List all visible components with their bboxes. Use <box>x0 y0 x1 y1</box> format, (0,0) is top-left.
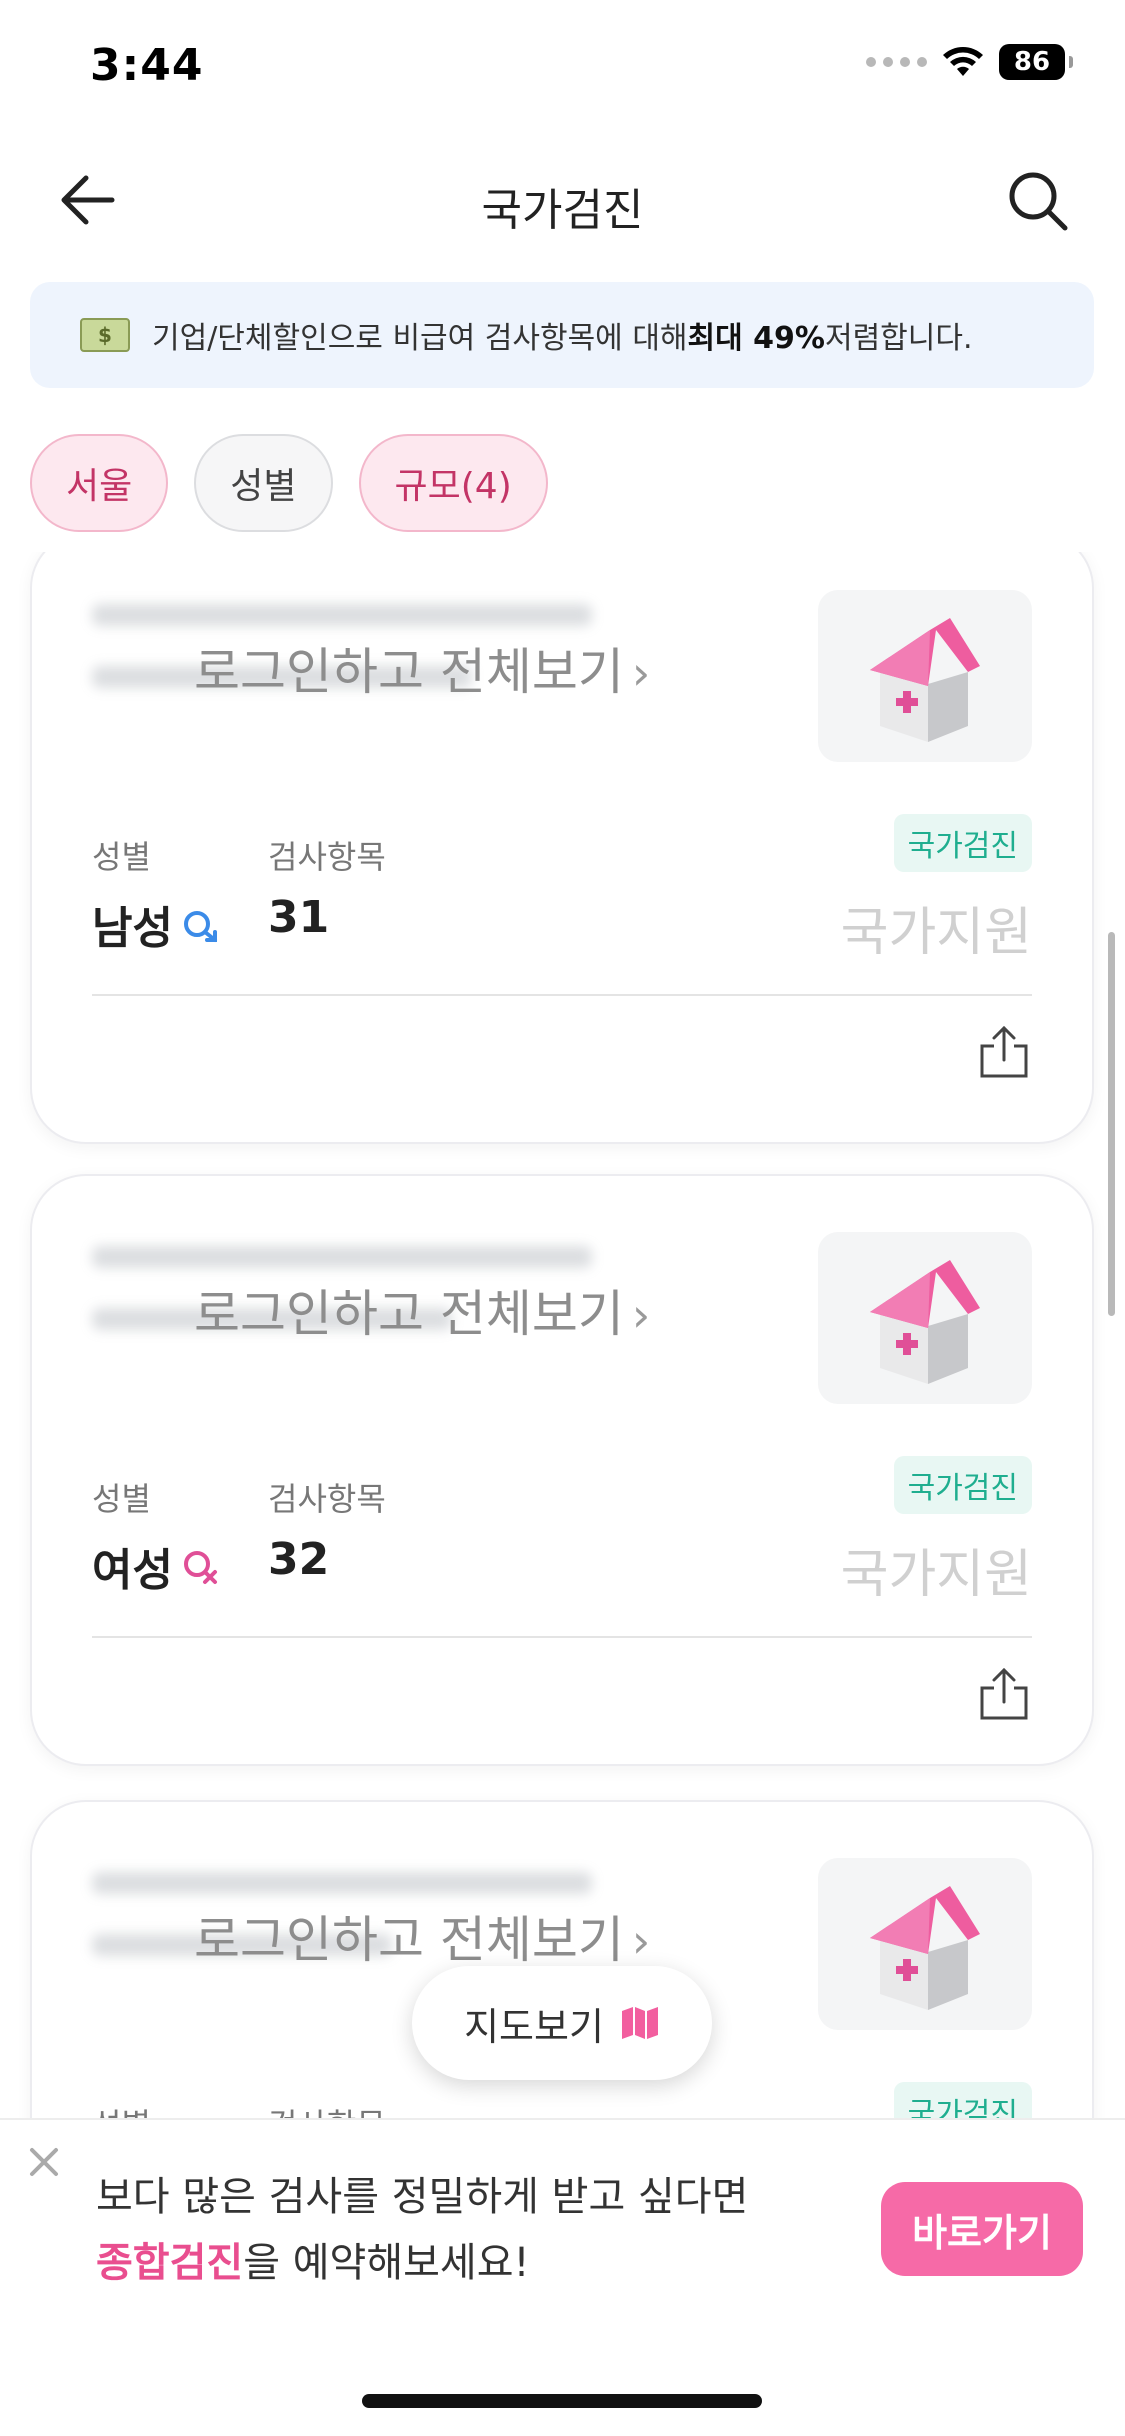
share-button[interactable] <box>976 1024 1032 1080</box>
money-icon: $ <box>80 318 130 352</box>
checkup-type-badge: 국가검진 <box>893 2082 1032 2122</box>
filter-chip-gender[interactable]: 성별 <box>194 434 333 532</box>
card-divider <box>92 1636 1032 1638</box>
close-icon <box>30 2148 58 2176</box>
hospital-house-icon <box>870 1886 980 2010</box>
hospital-thumbnail <box>818 1232 1032 1404</box>
female-symbol-icon <box>183 1551 217 1584</box>
card-divider <box>92 994 1032 996</box>
hospital-house-icon <box>870 1260 980 1384</box>
checkup-card[interactable]: 로그인하고 전체보기 › 성별 검사항목 남성 31 국가검진 국가지원 <box>30 552 1094 1144</box>
filter-chip-region[interactable]: 서울 <box>30 434 169 532</box>
gender-value: 남성 <box>92 892 221 956</box>
status-icons: 86 <box>866 44 1073 80</box>
login-view-all-link[interactable]: 로그인하고 전체보기 › <box>194 632 650 704</box>
chevron-right-icon: › <box>631 1914 651 1968</box>
hospital-thumbnail <box>818 590 1032 762</box>
status-time: 3:44 <box>90 40 204 91</box>
gender-value-text: 여성 <box>92 1545 173 1596</box>
support-label: 국가지원 <box>840 903 1032 963</box>
login-link-label: 로그인하고 전체보기 <box>194 643 624 701</box>
share-icon <box>980 1025 1028 1078</box>
items-count: 31 <box>268 892 330 943</box>
login-view-all-link[interactable]: 로그인하고 전체보기 › <box>194 1274 650 1346</box>
wifi-icon <box>943 47 983 76</box>
sheet-message-line1: 보다 많은 검사를 정밀하게 받고 싶다면 <box>96 2174 749 2220</box>
filter-chips: 서울 성별 규모(4) <box>30 434 548 532</box>
chevron-right-icon: › <box>631 646 651 700</box>
sheet-message-rest: 을 예약해보세요! <box>243 2240 530 2286</box>
support-label: 국가지원 <box>840 1545 1032 1605</box>
share-button[interactable] <box>976 1666 1032 1722</box>
map-view-label: 지도보기 <box>464 2004 604 2049</box>
close-button[interactable] <box>24 2142 64 2182</box>
checkup-card[interactable]: 로그인하고 전체보기 › 성별 검사항목 여성 32 국가검진 국가지원 <box>30 1174 1094 1766</box>
discount-banner[interactable]: $ 기업/단체할인으로 비급여 검사항목에 대해 최대 49% 저렴합니다. <box>30 282 1094 388</box>
map-icon <box>621 2007 658 2039</box>
share-icon <box>980 1667 1028 1720</box>
promo-bottom-sheet: 보다 많은 검사를 정밀하게 받고 싶다면 종합검진을 예약해보세요! 바로가기 <box>0 2118 1125 2436</box>
search-icon <box>1009 172 1068 231</box>
chevron-right-icon: › <box>631 1288 651 1342</box>
checkup-list: 로그인하고 전체보기 › 성별 검사항목 남성 31 국가검진 국가지원 로그인… <box>0 552 1125 2122</box>
gender-value: 여성 <box>92 1534 221 1598</box>
checkup-type-badge: 국가검진 <box>893 814 1032 872</box>
home-indicator <box>362 2394 762 2408</box>
gender-value-text: 남성 <box>92 903 173 954</box>
login-link-label: 로그인하고 전체보기 <box>194 1285 624 1343</box>
items-count: 32 <box>268 1534 330 1585</box>
gender-label: 성별 <box>92 838 151 876</box>
go-now-button[interactable]: 바로가기 <box>881 2182 1083 2276</box>
status-bar: 3:44 86 <box>0 0 1125 140</box>
sheet-message-line2: 종합검진을 예약해보세요! <box>96 2230 530 2288</box>
map-view-button[interactable]: 지도보기 <box>412 1966 712 2080</box>
male-symbol-icon <box>183 911 217 942</box>
banner-text-before: 기업/단체할인으로 비급여 검사항목에 대해 <box>152 321 688 356</box>
screen: 3:44 86 국가검진 $ 기업/단체할인으로 비급여 검사항목에 대해 최대… <box>0 0 1125 2436</box>
checkup-type-badge: 국가검진 <box>893 1456 1032 1514</box>
sheet-highlight: 종합검진 <box>96 2240 244 2286</box>
scrollbar[interactable] <box>1108 932 1115 1316</box>
battery-indicator: 86 <box>999 44 1073 80</box>
items-label: 검사항목 <box>268 1480 386 1518</box>
login-view-all-link[interactable]: 로그인하고 전체보기 › <box>194 1900 650 1972</box>
hospital-thumbnail <box>818 1858 1032 2030</box>
search-button[interactable] <box>1003 166 1073 236</box>
login-link-label: 로그인하고 전체보기 <box>194 1911 624 1969</box>
header: 국가검진 <box>0 140 1125 260</box>
page-title: 국가검진 <box>481 185 644 236</box>
banner-text-bold: 최대 49% <box>687 321 825 356</box>
banner-text-after: 저렴합니다. <box>824 321 973 356</box>
filter-chip-size[interactable]: 규모(4) <box>358 434 548 532</box>
items-label: 검사항목 <box>268 838 386 876</box>
hospital-house-icon <box>870 618 980 742</box>
cellular-signal-icon <box>866 57 927 67</box>
gender-label: 성별 <box>92 1480 151 1518</box>
